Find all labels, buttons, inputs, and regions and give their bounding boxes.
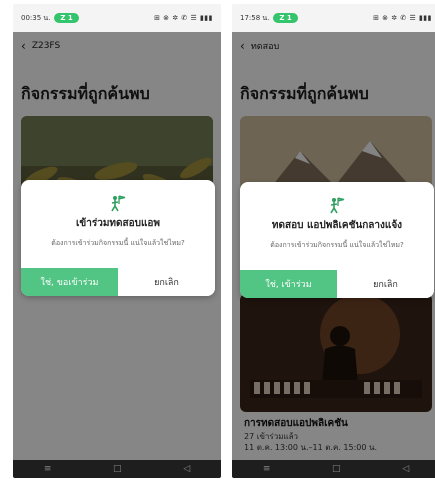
back-icon[interactable]: ◁ xyxy=(402,464,409,474)
status-time: 00:35 น. xyxy=(21,13,51,22)
status-time: 17:58 น. xyxy=(240,13,270,22)
dialog-buttons: ใช่, เข้าร่วม ยกเลิก xyxy=(240,270,434,298)
back-icon[interactable]: ◁ xyxy=(183,464,190,474)
person-flag-icon xyxy=(21,194,215,216)
cancel-button[interactable]: ยกเลิก xyxy=(118,268,215,296)
join-dialog: เข้าร่วมทดสอบแอพ ต้องการเข้าร่วมกิจกรรมน… xyxy=(21,180,215,296)
cancel-button[interactable]: ยกเลิก xyxy=(337,270,434,298)
status-pill: Z 1 xyxy=(54,13,79,23)
status-bar: 00:35 น. Z 1 ⊞ ⊗ ✲ ✆ ☰ ▮▮▮ xyxy=(13,4,221,32)
status-icons: ⊞ ⊗ ✲ ✆ ☰ ▮▮▮ xyxy=(154,14,213,22)
menu-icon[interactable]: ≡ xyxy=(44,464,52,474)
dialog-message: ต้องการเข้าร่วมกิจกรรมนี้ แน่ใจแล้วใช่ไห… xyxy=(270,241,404,249)
status-icons: ⊞ ⊗ ✲ ✆ ☰ ▮▮▮ xyxy=(373,14,432,22)
home-icon[interactable]: □ xyxy=(113,464,122,474)
dialog-message: ต้องการเข้าร่วมกิจกรรมนี้ แน่ใจแล้วใช่ไห… xyxy=(51,239,185,247)
dialog-buttons: ใช่, ขอเข้าร่วม ยกเลิก xyxy=(21,268,215,296)
system-nav-bar: ≡ □ ◁ xyxy=(232,460,435,478)
menu-icon[interactable]: ≡ xyxy=(263,464,271,474)
join-dialog: ทดสอบ แอปพลิเคชันกลางแจ้ง ต้องการเข้าร่ว… xyxy=(240,182,434,298)
phone-screen-left: 00:35 น. Z 1 ⊞ ⊗ ✲ ✆ ☰ ▮▮▮ ‹ Z23FS กิจกร… xyxy=(13,4,221,478)
confirm-join-button[interactable]: ใช่, เข้าร่วม xyxy=(240,270,337,298)
phone-screen-right: 17:58 น. Z 1 ⊞ ⊗ ✲ ✆ ☰ ▮▮▮ ‹ ทดสอบ กิจกร… xyxy=(232,4,435,478)
confirm-join-button[interactable]: ใช่, ขอเข้าร่วม xyxy=(21,268,118,296)
person-flag-icon xyxy=(240,196,434,218)
status-bar: 17:58 น. Z 1 ⊞ ⊗ ✲ ✆ ☰ ▮▮▮ xyxy=(232,4,435,32)
home-icon[interactable]: □ xyxy=(332,464,341,474)
status-pill: Z 1 xyxy=(273,13,298,23)
dialog-title: ทดสอบ แอปพลิเคชันกลางแจ้ง xyxy=(271,220,403,231)
dialog-title: เข้าร่วมทดสอบแอพ xyxy=(75,218,161,229)
system-nav-bar: ≡ □ ◁ xyxy=(13,460,221,478)
